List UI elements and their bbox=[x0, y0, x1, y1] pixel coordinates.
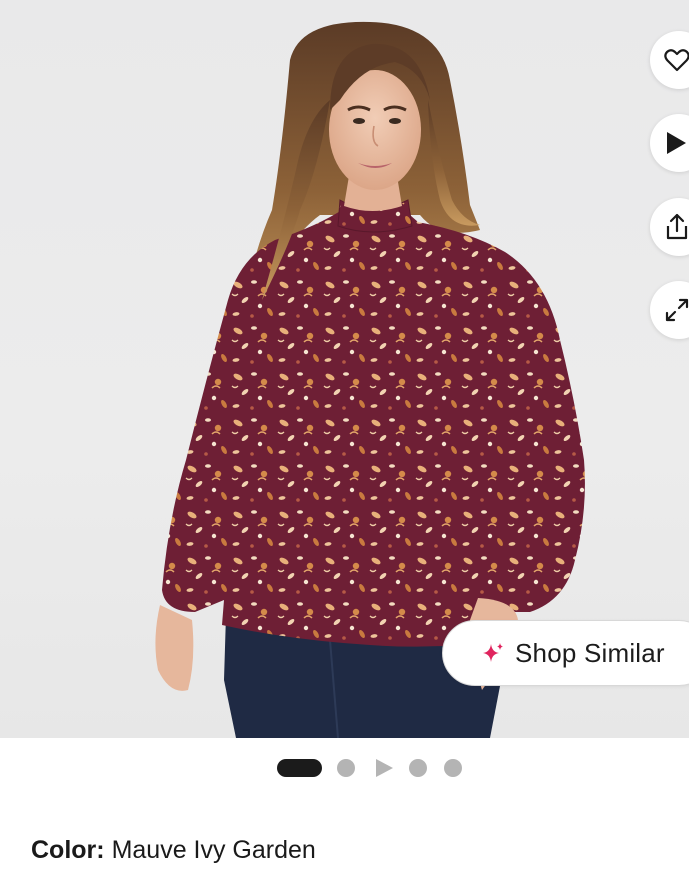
carousel-video-icon[interactable] bbox=[375, 758, 395, 778]
sparkle-icon bbox=[483, 643, 503, 662]
play-icon bbox=[667, 132, 686, 154]
product-page: Shop Similar Color: Mauve Ivy Garden bbox=[0, 0, 689, 882]
shop-similar-button[interactable]: Shop Similar bbox=[442, 620, 689, 686]
carousel-dot[interactable] bbox=[444, 759, 462, 777]
color-label: Color: bbox=[31, 836, 105, 864]
heart-icon bbox=[664, 49, 689, 72]
carousel-indicators bbox=[0, 758, 689, 778]
color-value: Mauve Ivy Garden bbox=[111, 836, 316, 864]
carousel-dot[interactable] bbox=[337, 759, 355, 777]
selected-color: Color: Mauve Ivy Garden bbox=[31, 836, 316, 865]
carousel-dot-active[interactable] bbox=[277, 759, 322, 777]
shop-similar-label: Shop Similar bbox=[515, 637, 665, 668]
product-image-gallery[interactable]: Shop Similar bbox=[0, 0, 689, 738]
share-icon bbox=[666, 213, 688, 240]
carousel-dot[interactable] bbox=[409, 759, 427, 777]
expand-icon bbox=[665, 298, 689, 322]
